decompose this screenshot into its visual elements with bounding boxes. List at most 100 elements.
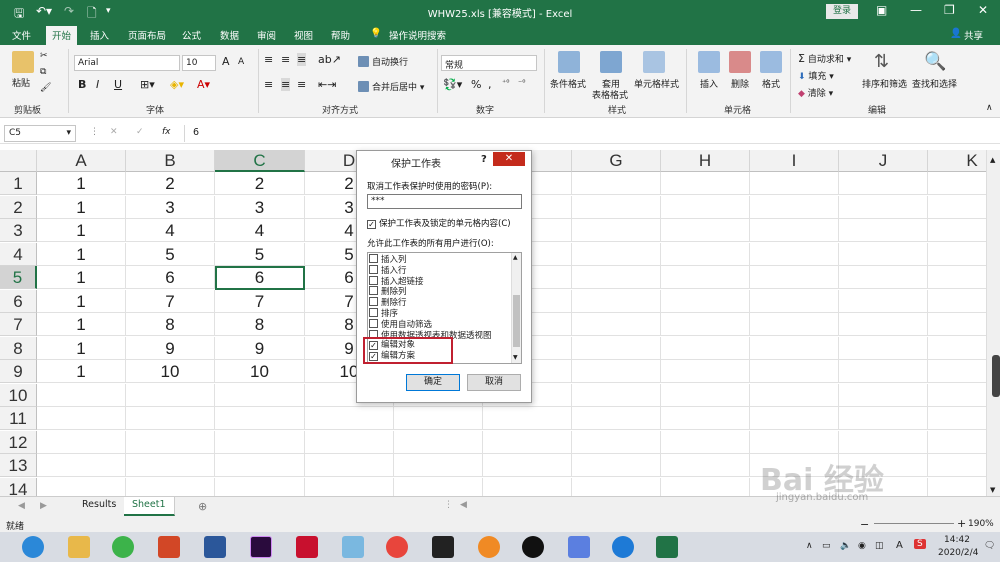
paste-icon[interactable] (12, 51, 34, 73)
password-input[interactable]: *** (367, 194, 522, 209)
cell-styles-icon[interactable] (643, 51, 665, 73)
sort-filter-button[interactable]: 排序和筛选 (862, 77, 907, 90)
grid-cell[interactable]: 4 (215, 219, 305, 242)
underline-button[interactable]: U (114, 78, 122, 91)
format-as-table-icon[interactable] (600, 51, 622, 73)
font-size-select[interactable]: 10 (182, 55, 216, 71)
grid-cell[interactable] (394, 407, 483, 430)
close-button[interactable]: ✕ (978, 3, 988, 17)
merge-center-button[interactable]: 合并后居中 ▾ (358, 80, 424, 93)
comma-button[interactable]: , (488, 78, 492, 91)
grid-cell[interactable] (126, 477, 215, 496)
qq-icon[interactable] (522, 536, 544, 558)
grid-cell[interactable] (661, 477, 750, 496)
borders-icon[interactable]: ⊞▾ (140, 78, 155, 91)
grid-cell[interactable]: 1 (37, 195, 126, 219)
delete-cells-button[interactable]: 删除 (731, 77, 749, 90)
find-select-icon[interactable]: 🔍 (924, 51, 946, 73)
column-header-a[interactable]: A (37, 150, 126, 172)
grid-cell[interactable] (839, 172, 928, 195)
grid-cell[interactable] (839, 430, 928, 454)
grid-cell[interactable] (126, 383, 215, 407)
grid-cell[interactable] (661, 430, 750, 454)
network-icon[interactable]: ▭ (822, 541, 831, 551)
list-scrollbar[interactable]: ▲ ▼ (511, 253, 521, 363)
scroll-up-icon[interactable]: ▲ (990, 156, 995, 164)
grid-cell[interactable] (215, 383, 305, 407)
ie-icon[interactable] (612, 536, 634, 558)
column-header-b[interactable]: B (126, 150, 215, 172)
grid-cell[interactable] (37, 383, 126, 407)
grid-cell[interactable]: 1 (37, 336, 126, 360)
number-format-select[interactable]: 常规 (441, 55, 537, 71)
grid-cell[interactable] (483, 407, 572, 430)
column-header-c[interactable]: C (215, 150, 305, 172)
insert-cells-icon[interactable] (698, 51, 720, 73)
tab-data[interactable]: 数据 (220, 28, 239, 42)
premiere-icon[interactable] (250, 536, 272, 558)
grid-cell[interactable] (483, 454, 572, 477)
grid-cell[interactable] (37, 454, 126, 477)
dialog-help-button[interactable]: ? (481, 154, 487, 165)
lightbulb-icon[interactable]: 💡 (370, 28, 382, 39)
row-header[interactable]: 2 (0, 195, 37, 219)
column-header-j[interactable]: J (839, 150, 928, 172)
permission-item[interactable]: 插入超链接 (369, 275, 424, 287)
clear-button[interactable]: ◆ 清除 ▾ (798, 86, 833, 99)
orientation-icon[interactable]: ab↗ (318, 53, 341, 66)
app-icon[interactable] (568, 536, 590, 558)
tab-insert[interactable]: 插入 (90, 28, 109, 42)
permission-item[interactable]: 删除列 (369, 286, 407, 297)
grid-cell[interactable] (572, 454, 661, 477)
row-header[interactable]: 8 (0, 336, 37, 360)
grid-cell[interactable] (37, 407, 126, 430)
collapse-ribbon-icon[interactable]: ∧ (986, 103, 993, 113)
conditional-format-icon[interactable] (558, 51, 580, 73)
grid-cell[interactable] (839, 266, 928, 289)
minimize-button[interactable]: — (910, 3, 922, 17)
grid-cell[interactable]: 7 (215, 289, 305, 313)
sheet-tab-results[interactable]: Results (74, 497, 126, 516)
prev-sheet-icon[interactable]: ◀ (18, 501, 25, 511)
grid-cell[interactable] (661, 195, 750, 219)
format-cells-icon[interactable] (760, 51, 782, 73)
fill-color-icon[interactable]: ◈▾ (170, 78, 184, 91)
grid-cell[interactable] (126, 430, 215, 454)
grid-cell[interactable] (305, 407, 394, 430)
grid-cell[interactable] (305, 454, 394, 477)
grid-cell[interactable] (661, 313, 750, 336)
cancel-button[interactable]: 取消 (467, 374, 521, 391)
clock-time[interactable]: 14:42 (944, 535, 970, 545)
grid-cell[interactable] (661, 454, 750, 477)
grid-cell[interactable] (750, 407, 839, 430)
format-cells-button[interactable]: 格式 (762, 77, 780, 90)
row-header[interactable]: 10 (0, 383, 37, 407)
grid-cell[interactable] (839, 336, 928, 360)
grid-cell[interactable] (572, 313, 661, 336)
indent-icon[interactable]: ⇤⇥ (318, 78, 336, 91)
grid-cell[interactable] (37, 477, 126, 496)
grid-cell[interactable] (215, 454, 305, 477)
protect-checkbox[interactable]: ✓ 保护工作表及锁定的单元格内容(C) (367, 217, 511, 229)
grid-cell[interactable]: 1 (37, 219, 126, 242)
grid-cell[interactable] (215, 407, 305, 430)
grid-cell[interactable] (37, 430, 126, 454)
formula-bar-menu-icon[interactable]: ⋮ (90, 127, 99, 137)
scroll-left-icon[interactable]: ◀ (460, 500, 467, 510)
grid-cell[interactable]: 6 (126, 266, 215, 289)
row-header[interactable]: 1 (0, 172, 37, 195)
grid-cell[interactable] (572, 360, 661, 383)
insert-cells-button[interactable]: 插入 (700, 77, 718, 90)
grid-cell[interactable]: 8 (126, 313, 215, 336)
format-painter-icon[interactable]: 🖌 (40, 83, 51, 93)
scroll-up-icon[interactable]: ▲ (513, 254, 518, 261)
zoom-slider[interactable] (874, 523, 954, 524)
grid-cell[interactable] (839, 313, 928, 336)
permission-item[interactable]: 使用自动筛选 (369, 318, 432, 330)
tab-splitter-icon[interactable]: ⋮ (444, 500, 453, 510)
row-header[interactable]: 5 (0, 266, 37, 289)
powerpoint-icon[interactable] (158, 536, 180, 558)
permission-item[interactable]: 插入行 (369, 264, 407, 276)
grid-cell[interactable] (572, 195, 661, 219)
grid-cell[interactable]: 8 (215, 313, 305, 336)
